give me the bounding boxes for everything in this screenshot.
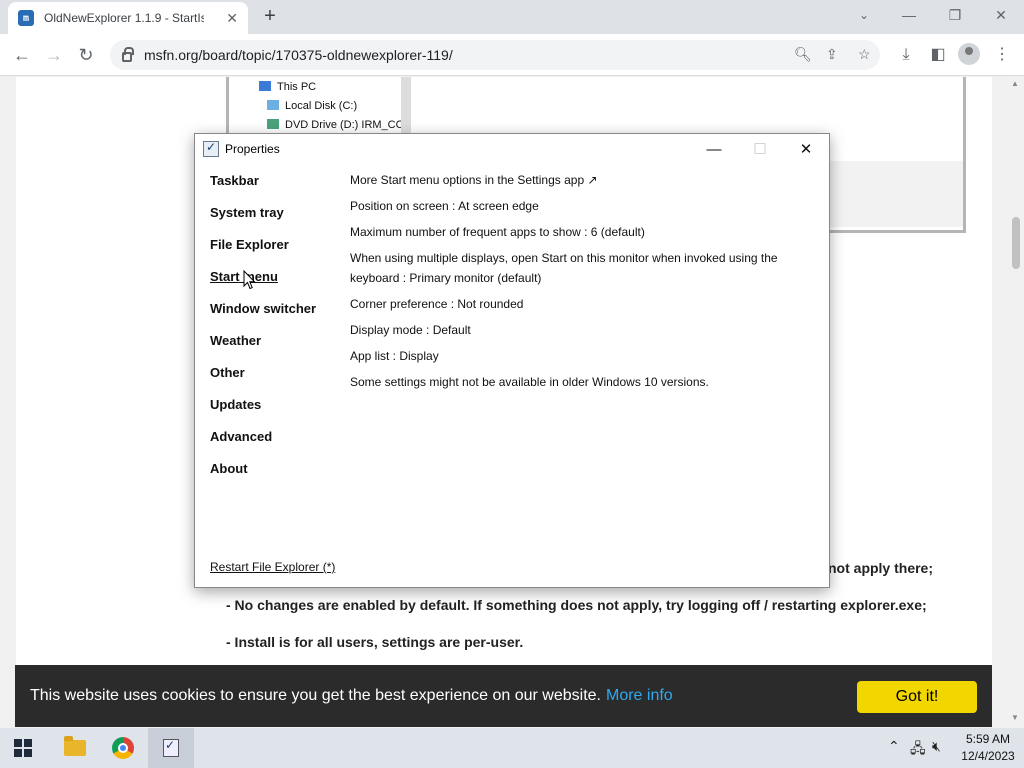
windows-start-icon[interactable] <box>14 739 32 757</box>
new-tab-button[interactable]: + <box>258 5 282 29</box>
setting-corner-preference[interactable]: Corner preference : Not rounded <box>350 294 790 314</box>
cookie-banner: This website uses cookies to ensure you … <box>15 665 992 727</box>
clock-time: 5:59 AM <box>965 732 1011 746</box>
browser-tab-strip: m OldNewExplorer 1.1.9 - StartIsBa ✕ + ⌄… <box>0 0 1024 34</box>
screenshot-footer <box>823 161 963 227</box>
taskbar-clock[interactable]: 5:59 AM 12/4/2023 <box>958 731 1018 765</box>
tab-search-chevron-icon[interactable]: ⌄ <box>852 4 876 26</box>
dialog-titlebar[interactable]: Properties — ☐ ✕ <box>195 134 829 164</box>
windows-taskbar: ⌃ 🖧︎ 🔇︎ 5:59 AM 12/4/2023 <box>0 728 1024 768</box>
url-text: msfn.org/board/topic/170375-oldnewexplor… <box>144 47 453 63</box>
close-window-button[interactable]: ✕ <box>978 0 1024 30</box>
show-hidden-icons-chevron-icon[interactable]: ⌃ <box>888 738 900 755</box>
article-text-fragment: not apply there; <box>828 560 934 576</box>
tree-label: DVD Drive (D:) IRM_CCS <box>285 119 411 131</box>
settings-nav: Taskbar System tray File Explorer Start … <box>210 174 316 494</box>
taskbar-properties[interactable] <box>148 728 194 768</box>
tab-close-icon[interactable]: ✕ <box>226 10 238 27</box>
forward-button[interactable]: → <box>42 43 66 67</box>
tree-scrollbar <box>401 77 411 137</box>
dvd-icon <box>267 119 279 129</box>
taskbar-chrome[interactable] <box>100 728 146 768</box>
setting-position[interactable]: Position on screen : At screen edge <box>350 196 790 216</box>
setting-more-options-link[interactable]: More Start menu options in the Settings … <box>350 170 790 190</box>
dialog-minimize-button[interactable]: — <box>691 134 737 164</box>
nav-taskbar[interactable]: Taskbar <box>210 174 316 206</box>
download-icon[interactable]: ⤓ <box>894 43 918 67</box>
setting-display-mode[interactable]: Display mode : Default <box>350 320 790 340</box>
start-menu-settings: More Start menu options in the Settings … <box>350 170 790 398</box>
browser-tab[interactable]: m OldNewExplorer 1.1.9 - StartIsBa ✕ <box>8 2 248 34</box>
cookie-message: This website uses cookies to ensure you … <box>30 687 601 704</box>
setting-app-list[interactable]: App list : Display <box>350 346 790 366</box>
address-bar[interactable]: msfn.org/board/topic/170375-oldnewexplor… <box>110 40 880 70</box>
scroll-down-icon[interactable]: ▼ <box>1011 713 1019 722</box>
tree-label: This PC <box>277 81 317 93</box>
share-icon[interactable]: ⇪ <box>826 46 838 63</box>
cookie-message-row: This website uses cookies to ensure you … <box>30 687 673 705</box>
article-text-line: - No changes are enabled by default. If … <box>226 597 927 613</box>
tab-title: OldNewExplorer 1.1.9 - StartIsBa <box>44 11 204 25</box>
nav-system-tray[interactable]: System tray <box>210 206 316 238</box>
explorer-tree: This PC Local Disk (C:) DVD Drive (D:) I… <box>237 77 411 137</box>
nav-about[interactable]: About <box>210 462 316 494</box>
nav-weather[interactable]: Weather <box>210 334 316 366</box>
properties-dialog: Properties — ☐ ✕ Taskbar System tray Fil… <box>194 133 830 588</box>
bookmark-star-icon[interactable]: ☆ <box>858 46 871 63</box>
browser-window-controls: — ❐ ✕ <box>886 0 1024 30</box>
tree-item-dvd-drive: DVD Drive (D:) IRM_CCS <box>267 119 411 131</box>
computer-icon <box>259 81 271 91</box>
back-button[interactable]: ← <box>10 43 34 67</box>
folder-icon <box>64 736 86 756</box>
tree-label: Local Disk (C:) <box>285 100 358 112</box>
nav-start-menu[interactable]: Start menu <box>210 270 316 302</box>
restart-file-explorer-link[interactable]: Restart File Explorer (*) <box>210 560 335 574</box>
browser-toolbar: ← → ↻ msfn.org/board/topic/170375-oldnew… <box>0 34 1024 76</box>
clock-date: 12/4/2023 <box>961 749 1015 763</box>
nav-window-switcher[interactable]: Window switcher <box>210 302 316 334</box>
restore-button[interactable]: ❐ <box>932 0 978 30</box>
nav-updates[interactable]: Updates <box>210 398 316 430</box>
settings-note: Some settings might not be available in … <box>350 375 709 389</box>
setting-frequent-apps[interactable]: Maximum number of frequent apps to show … <box>350 222 790 242</box>
drive-icon <box>267 100 279 110</box>
chrome-icon <box>112 737 134 759</box>
taskbar-file-explorer[interactable] <box>52 728 98 768</box>
zoom-search-icon[interactable]: 🔍︎ <box>794 46 812 63</box>
reload-button[interactable]: ↻ <box>74 43 98 67</box>
setting-multi-display[interactable]: When using multiple displays, open Start… <box>350 248 790 288</box>
menu-kebab-icon[interactable]: ⋮ <box>990 43 1014 67</box>
minimize-button[interactable]: — <box>886 0 932 30</box>
nav-file-explorer[interactable]: File Explorer <box>210 238 316 270</box>
msfn-favicon-icon: m <box>18 10 34 26</box>
scroll-thumb[interactable] <box>1012 217 1020 269</box>
tree-item-this-pc: This PC <box>259 81 316 93</box>
dialog-maximize-button[interactable]: ☐ <box>737 134 783 164</box>
scroll-up-icon[interactable]: ▲ <box>1011 79 1019 88</box>
volume-muted-icon[interactable]: 🔇︎ <box>932 738 941 755</box>
tree-item-local-disk: Local Disk (C:) <box>267 100 357 112</box>
nav-other[interactable]: Other <box>210 366 316 398</box>
article-text-line: - Install is for all users, settings are… <box>226 634 524 650</box>
network-icon[interactable]: 🖧︎ <box>910 738 926 762</box>
nav-advanced[interactable]: Advanced <box>210 430 316 462</box>
more-info-link[interactable]: More info <box>606 687 673 704</box>
lock-icon[interactable] <box>122 47 134 62</box>
properties-app-icon <box>163 738 179 757</box>
cookie-accept-button[interactable]: Got it! <box>857 681 977 713</box>
page-scrollbar[interactable]: ▲ ▼ <box>1008 77 1024 727</box>
profile-avatar[interactable] <box>958 43 980 65</box>
properties-app-icon <box>203 140 219 157</box>
side-panel-icon[interactable]: ◧ <box>926 43 950 67</box>
dialog-title: Properties <box>225 142 280 156</box>
dialog-close-button[interactable]: ✕ <box>783 134 829 164</box>
